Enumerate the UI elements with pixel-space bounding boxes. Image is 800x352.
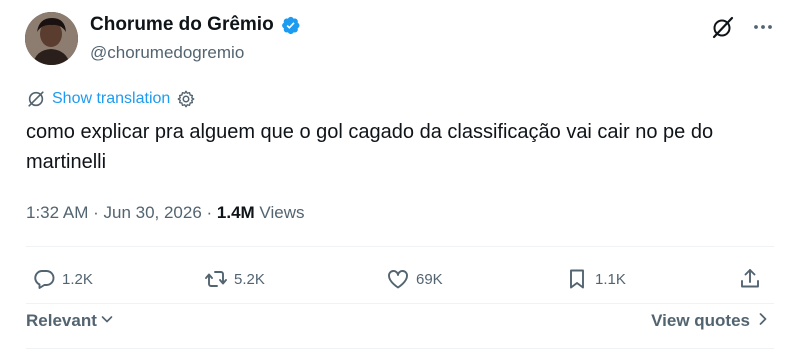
- chevron-right-icon: [758, 309, 768, 333]
- meta-separator: ·: [201, 203, 217, 222]
- retweet-icon: [204, 267, 228, 291]
- view-quotes-link[interactable]: View quotes: [651, 309, 768, 333]
- tweet-actions: 1.2K 5.2K 69K 1.1K: [26, 262, 774, 296]
- view-quotes-label: View quotes: [651, 311, 750, 330]
- bookmark-button[interactable]: 1.1K: [565, 262, 626, 296]
- tweet-meta: 1:32 AM · Jun 30, 2026 · 1.4M Views: [26, 201, 304, 225]
- show-translation-link[interactable]: Show translation: [26, 88, 196, 110]
- sort-replies-dropdown[interactable]: Relevant: [26, 309, 114, 333]
- bookmark-count: 1.1K: [595, 270, 626, 288]
- tweet-time[interactable]: 1:32 AM: [26, 201, 88, 225]
- reply-icon: [32, 267, 56, 291]
- like-count: 69K: [416, 270, 443, 288]
- retweet-button[interactable]: 5.2K: [204, 262, 265, 296]
- author-name-row: Chorume do Grêmio: [90, 12, 301, 38]
- divider: [26, 348, 774, 349]
- divider: [26, 246, 774, 247]
- sort-label: Relevant: [26, 311, 97, 330]
- tweet-card: Chorume do Grêmio @chorumedogremio Show …: [0, 0, 800, 352]
- reply-count: 1.2K: [62, 270, 93, 288]
- show-translation-label[interactable]: Show translation: [52, 88, 170, 110]
- meta-separator: ·: [88, 203, 104, 222]
- views-label: Views: [254, 203, 305, 222]
- share-icon: [738, 267, 762, 291]
- author-handle[interactable]: @chorumedogremio: [90, 42, 244, 64]
- avatar[interactable]: [25, 12, 78, 65]
- tweet-text: como explicar pra alguem que o gol cagad…: [26, 121, 714, 173]
- verified-badge-icon: [280, 15, 301, 36]
- translate-icon: [26, 89, 46, 109]
- share-button[interactable]: [738, 262, 762, 296]
- heart-icon: [386, 267, 410, 291]
- like-button[interactable]: 69K: [386, 262, 443, 296]
- views-count[interactable]: 1.4M: [217, 201, 255, 225]
- more-horizontal-icon[interactable]: [750, 14, 776, 40]
- grok-icon[interactable]: [710, 14, 736, 40]
- reply-button[interactable]: 1.2K: [32, 262, 93, 296]
- divider: [26, 303, 774, 304]
- chevron-down-icon: [100, 309, 114, 333]
- tweet-date[interactable]: Jun 30, 2026: [103, 201, 201, 225]
- author-display-name[interactable]: Chorume do Grêmio: [90, 12, 274, 38]
- retweet-count: 5.2K: [234, 270, 265, 288]
- gear-icon[interactable]: [176, 89, 196, 109]
- bookmark-icon: [565, 267, 589, 291]
